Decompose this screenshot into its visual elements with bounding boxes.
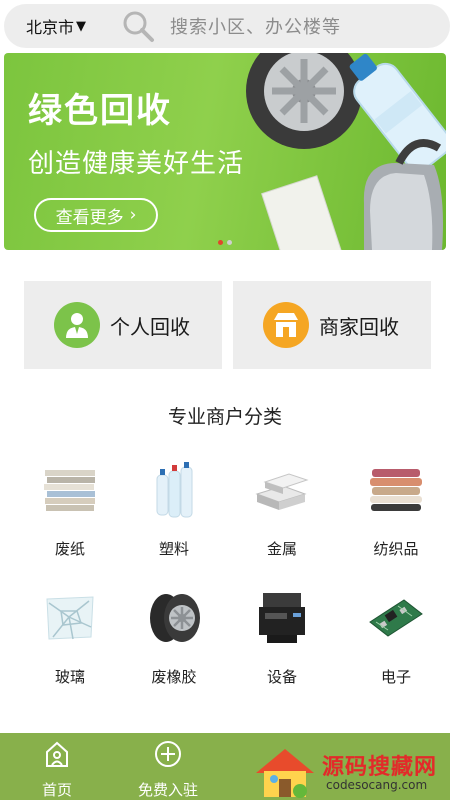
category-section-title: 专业商户分类	[167, 406, 282, 428]
view-more-label: 查看更多	[55, 207, 124, 228]
plus-circle-icon	[155, 741, 181, 767]
carousel-dots	[218, 240, 232, 245]
category-label: 设备	[266, 668, 297, 686]
category-paper[interactable]: 废纸	[20, 460, 120, 570]
merchant-recycle-label: 商家回收	[319, 314, 399, 339]
category-rubber[interactable]: 废橡胶	[124, 588, 224, 698]
carousel-dot[interactable]	[227, 240, 232, 245]
paper-icon	[261, 175, 346, 250]
plastic-bottles-icon	[144, 460, 204, 520]
category-electronics[interactable]: 电子	[346, 588, 446, 698]
watermark: 源码搜藏网 codesocang.com	[250, 743, 450, 800]
metal-ingots-icon	[252, 460, 312, 520]
category-label: 玻璃	[54, 668, 85, 686]
tire-icon	[246, 53, 362, 149]
promo-banner[interactable]: 绿色回收 创造健康美好生活 查看更多 ›	[4, 53, 446, 250]
banner-title: 绿色回收	[28, 91, 172, 131]
home-icon	[46, 741, 68, 767]
tires-icon	[144, 588, 204, 648]
search-input[interactable]: 搜索小区、办公楼等	[170, 13, 341, 39]
category-equipment[interactable]: 设备	[232, 588, 332, 698]
category-glass[interactable]: 玻璃	[20, 588, 120, 698]
personal-recycle-label: 个人回收	[110, 314, 190, 339]
top-bar: 北京市 ▼ 搜索小区、办公楼等	[0, 0, 450, 52]
category-plastic[interactable]: 塑料	[124, 460, 224, 570]
category-label: 电子	[380, 668, 411, 686]
carousel-dot[interactable]	[218, 240, 223, 245]
category-label: 废纸	[54, 540, 85, 558]
nav-home[interactable]: 首页	[2, 733, 112, 800]
search-bar[interactable]: 北京市 ▼ 搜索小区、办公楼等	[4, 4, 450, 48]
circuit-board-icon	[366, 588, 426, 648]
house-logo-icon	[256, 749, 314, 798]
category-label: 金属	[266, 540, 297, 558]
paper-stack-icon	[40, 460, 100, 520]
banner-subtitle: 创造健康美好生活	[28, 149, 245, 179]
chevron-right-icon: ›	[129, 205, 137, 225]
broken-glass-icon	[40, 588, 100, 648]
watermark-url: codesocang.com	[326, 778, 428, 792]
category-label: 废橡胶	[151, 668, 197, 686]
person-icon	[54, 302, 100, 348]
category-metal[interactable]: 金属	[232, 460, 332, 570]
chevron-down-icon: ▼	[76, 18, 87, 34]
printer-icon	[252, 588, 312, 648]
personal-recycle-button[interactable]: 个人回收	[24, 281, 222, 369]
store-icon	[263, 302, 309, 348]
view-more-button[interactable]: 查看更多 ›	[34, 198, 158, 232]
category-label: 纺织品	[373, 540, 419, 558]
nav-free-join-label: 免费入驻	[137, 781, 198, 799]
merchant-recycle-button[interactable]: 商家回收	[233, 281, 431, 369]
textiles-icon	[366, 460, 426, 520]
city-label: 北京市	[26, 18, 75, 37]
watermark-title: 源码搜藏网	[322, 755, 438, 780]
nav-home-label: 首页	[41, 781, 72, 799]
nav-free-join[interactable]: 免费入驻	[113, 733, 223, 800]
search-icon[interactable]	[118, 6, 158, 46]
category-label: 塑料	[158, 540, 189, 558]
city-selector[interactable]: 北京市 ▼	[4, 14, 104, 38]
category-textiles[interactable]: 纺织品	[346, 460, 446, 570]
